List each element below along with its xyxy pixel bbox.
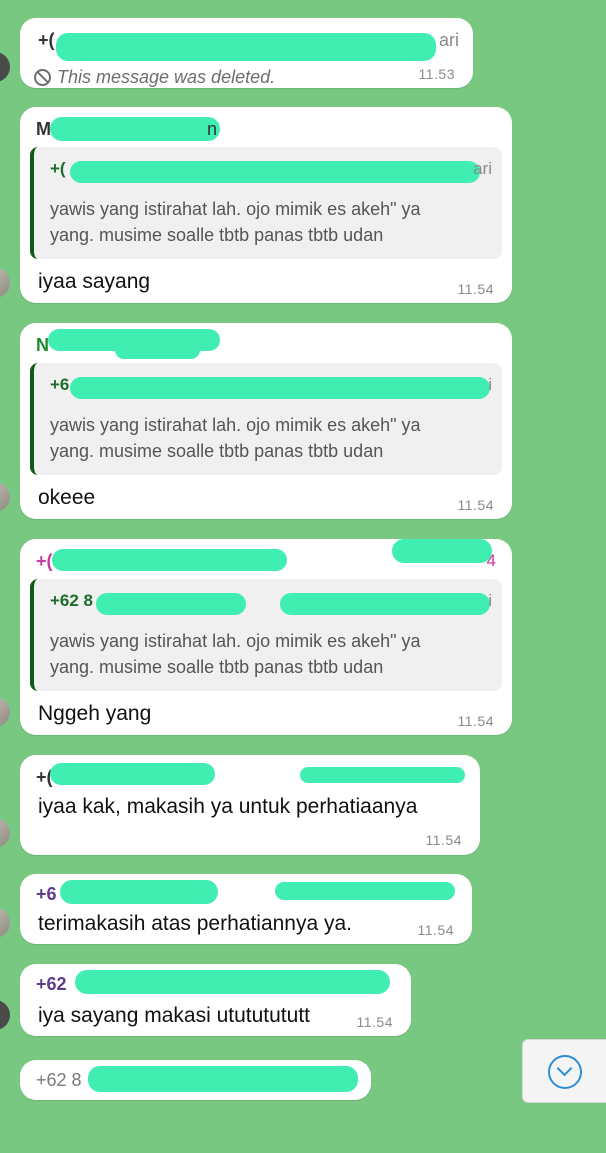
timestamp: 11.54	[417, 922, 454, 938]
message-bubble[interactable]: +( iyaa kak, makasih ya untuk perhatiaan…	[20, 755, 480, 855]
avatar[interactable]	[0, 818, 10, 848]
quoted-message[interactable]: +62 8 i yawis yang istirahat lah. ojo mi…	[30, 579, 502, 691]
redacted-sender	[50, 763, 215, 785]
quote-line-2: yang. musime soalle tbtb panas tbtb udan	[50, 441, 384, 461]
chevron-down-circle-icon	[548, 1055, 582, 1089]
message-bubble[interactable]: M n +( ari yawis yang istirahat lah. ojo…	[20, 107, 512, 303]
redacted-sender	[60, 880, 218, 904]
quote-line-1: yawis yang istirahat lah. ojo mimik es a…	[50, 631, 421, 651]
redacted-sender	[52, 549, 287, 571]
quote-sender-suffix: i	[488, 375, 492, 394]
message-text: okeee	[38, 486, 96, 509]
sender-name[interactable]: M	[36, 119, 51, 140]
avatar[interactable]	[0, 268, 10, 298]
redacted-sender	[56, 33, 436, 61]
scroll-to-bottom-button[interactable]	[522, 1039, 606, 1103]
message-text: iyaa sayang	[38, 270, 151, 293]
message-text: iyaa kak, makasih ya untuk perhatiaanya	[38, 795, 418, 818]
quoted-message[interactable]: +6 i yawis yang istirahat lah. ojo mimik…	[30, 363, 502, 475]
quote-line-2: yang. musime soalle tbtb panas tbtb udan	[50, 225, 384, 245]
message-bubble[interactable]: +( 4 +62 8 i yawis yang istirahat lah. o…	[20, 539, 512, 735]
redacted-sender	[88, 1066, 358, 1092]
quote-sender: +62 8	[50, 591, 94, 610]
avatar[interactable]	[0, 697, 10, 727]
message-bubble[interactable]: +62 iya sayang makasi utututututt 11.54	[20, 964, 411, 1036]
avatar[interactable]	[0, 1000, 10, 1030]
quote-sender: +6	[50, 375, 70, 394]
ban-icon	[34, 69, 51, 86]
timestamp: 11.54	[457, 713, 494, 729]
sender-name[interactable]: +62 8	[36, 1070, 82, 1091]
redacted-quote-sender	[280, 593, 490, 615]
sender-suffix: 4	[486, 551, 496, 570]
sender-name[interactable]: +(	[36, 551, 53, 572]
redacted-sender	[300, 767, 465, 783]
timestamp: 11.54	[457, 497, 494, 513]
message-bubble[interactable]: N +6 i yawis yang istirahat lah. ojo mim…	[20, 323, 512, 519]
redacted-sender	[392, 539, 492, 563]
deleted-text: This message was deleted.	[57, 67, 276, 87]
deleted-message: This message was deleted.	[34, 67, 275, 88]
timestamp: 11.53	[418, 66, 455, 82]
sender-name[interactable]: +(	[38, 30, 55, 51]
message-bubble-deleted[interactable]: +( ari This message was deleted. 11.53	[20, 18, 473, 88]
sender-suffix: n	[207, 119, 218, 139]
avatar[interactable]	[0, 482, 10, 512]
redacted-sender	[50, 117, 220, 141]
redacted-sender	[75, 970, 390, 994]
quote-line-1: yawis yang istirahat lah. ojo mimik es a…	[50, 415, 421, 435]
redacted-sender	[115, 341, 200, 359]
quote-sender: +(	[50, 159, 66, 178]
redacted-quote-sender	[70, 377, 490, 399]
redacted-quote-sender	[96, 593, 246, 615]
message-text: terimakasih atas perhatiannya ya.	[38, 912, 353, 935]
avatar[interactable]	[0, 52, 10, 82]
avatar[interactable]	[0, 908, 10, 938]
message-bubble[interactable]: +6 terimakasih atas perhatiannya ya. 11.…	[20, 874, 472, 944]
message-bubble[interactable]: +62 8	[20, 1060, 371, 1100]
sender-name[interactable]: +62	[36, 974, 67, 995]
quote-line-1: yawis yang istirahat lah. ojo mimik es a…	[50, 199, 421, 219]
redacted-sender	[275, 882, 455, 900]
redacted-quote-sender	[70, 161, 480, 183]
quote-sender-suffix: ari	[473, 159, 492, 178]
sender-name[interactable]: +6	[36, 884, 57, 905]
sender-suffix: ari	[438, 30, 459, 50]
message-text: iya sayang makasi utututututt	[38, 1004, 310, 1027]
quote-line-2: yang. musime soalle tbtb panas tbtb udan	[50, 657, 384, 677]
message-text: Nggeh yang	[38, 702, 152, 725]
timestamp: 11.54	[457, 281, 494, 297]
quoted-message[interactable]: +( ari yawis yang istirahat lah. ojo mim…	[30, 147, 502, 259]
timestamp: 11.54	[425, 832, 462, 848]
quote-sender-suffix: i	[488, 591, 492, 610]
timestamp: 11.54	[356, 1014, 393, 1030]
